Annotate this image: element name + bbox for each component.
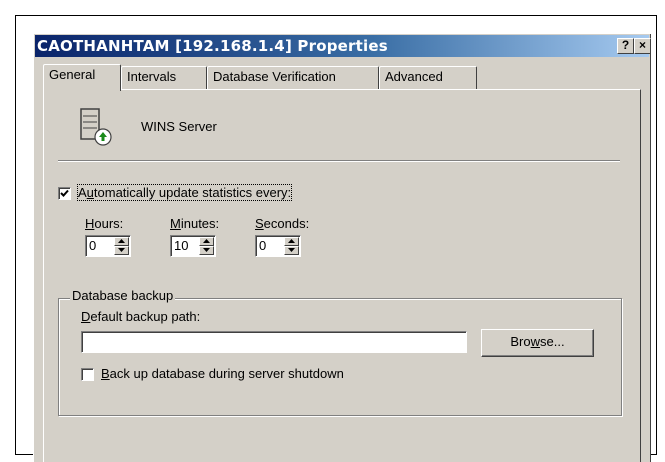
checkmark-icon	[60, 189, 69, 197]
hours-spinner[interactable]: 0	[85, 235, 131, 257]
spin-up-button[interactable]	[284, 237, 299, 246]
window-title: CAOTHANHTAM [192.168.1.4] Properties	[37, 37, 388, 55]
server-icon	[80, 108, 112, 146]
backup-path-input[interactable]	[81, 331, 467, 353]
tab-database-verification[interactable]: Database Verification	[207, 66, 379, 89]
backup-on-shutdown-label[interactable]: Back up database during server shutdown	[101, 366, 344, 381]
arrow-up-icon	[288, 239, 295, 243]
minutes-value[interactable]: 10	[174, 238, 188, 253]
server-label: WINS Server	[141, 119, 217, 134]
tab-general[interactable]: General	[43, 64, 121, 91]
backup-on-shutdown-checkbox[interactable]	[81, 368, 94, 381]
minutes-spinner[interactable]: 10	[170, 235, 216, 257]
close-button[interactable]: ×	[634, 38, 651, 54]
minutes-label: Minutes:	[170, 216, 220, 231]
seconds-value[interactable]: 0	[259, 238, 266, 253]
tab-intervals[interactable]: Intervals	[121, 66, 207, 89]
arrow-down-icon	[288, 248, 295, 252]
arrow-up-icon	[118, 239, 125, 243]
seconds-spinner[interactable]: 0	[255, 235, 301, 257]
arrow-down-icon	[118, 248, 125, 252]
tab-label: General	[49, 67, 96, 82]
auto-update-checkbox[interactable]	[58, 187, 71, 200]
tab-label: Database Verification	[213, 69, 336, 84]
tab-advanced[interactable]: Advanced	[379, 66, 477, 89]
tab-panel-general: WINS Server Automatically update statist…	[43, 89, 641, 462]
arrow-down-icon	[203, 248, 210, 252]
spin-down-button[interactable]	[199, 246, 214, 255]
title-bar[interactable]: CAOTHANHTAM [192.168.1.4] Properties ? ×	[35, 35, 651, 57]
auto-update-label[interactable]: Automatically update statistics every:	[76, 184, 293, 201]
tab-label: Intervals	[127, 69, 177, 84]
seconds-label: Seconds:	[255, 216, 310, 231]
spin-down-button[interactable]	[284, 246, 299, 255]
spin-up-button[interactable]	[114, 237, 129, 246]
hours-value[interactable]: 0	[89, 238, 96, 253]
tab-label: Advanced	[385, 69, 443, 84]
properties-dialog: CAOTHANHTAM [192.168.1.4] Properties ? ×…	[33, 33, 651, 462]
hours-label: Hours:	[85, 216, 124, 231]
browse-button[interactable]: Browse...	[481, 329, 594, 357]
database-backup-label: Database backup	[70, 288, 176, 303]
help-button[interactable]: ?	[617, 38, 634, 54]
separator	[58, 160, 620, 162]
spin-up-button[interactable]	[199, 237, 214, 246]
backup-path-label: Default backup path:	[81, 309, 201, 324]
spin-down-button[interactable]	[114, 246, 129, 255]
arrow-up-icon	[203, 239, 210, 243]
